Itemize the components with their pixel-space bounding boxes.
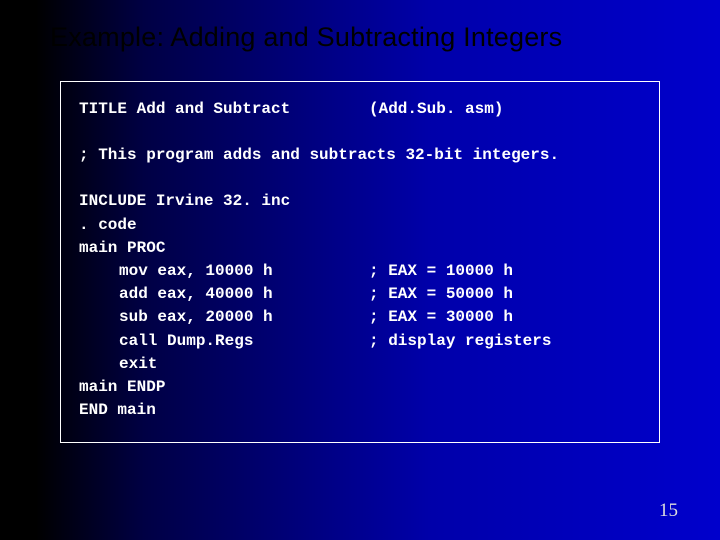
code-comment: ; EAX = 50000 h bbox=[369, 283, 641, 306]
code-box: TITLE Add and Subtract (Add.Sub. asm) ; … bbox=[60, 81, 660, 443]
code-line: main PROC bbox=[79, 237, 641, 260]
code-text: . code bbox=[79, 214, 137, 237]
code-text: main PROC bbox=[79, 237, 165, 260]
code-line: exit bbox=[79, 353, 641, 376]
code-text: ; This program adds and subtracts 32-bit… bbox=[79, 144, 559, 167]
code-line: ; This program adds and subtracts 32-bit… bbox=[79, 144, 641, 167]
code-line: mov eax, 10000 h ; EAX = 10000 h bbox=[79, 260, 641, 283]
code-text: END main bbox=[79, 399, 156, 422]
code-line: TITLE Add and Subtract (Add.Sub. asm) bbox=[79, 98, 641, 121]
page-number: 15 bbox=[659, 500, 678, 522]
code-line: add eax, 40000 h ; EAX = 50000 h bbox=[79, 283, 641, 306]
code-text: main ENDP bbox=[79, 376, 165, 399]
code-line: main ENDP bbox=[79, 376, 641, 399]
code-line: . code bbox=[79, 214, 641, 237]
code-text: (Add.Sub. asm) bbox=[369, 98, 641, 121]
code-text: TITLE Add and Subtract bbox=[79, 98, 369, 121]
code-text: INCLUDE Irvine 32. inc bbox=[79, 190, 290, 213]
code-comment: ; EAX = 30000 h bbox=[369, 306, 641, 329]
code-line: END main bbox=[79, 399, 641, 422]
blank-line bbox=[79, 167, 641, 190]
blank-line bbox=[79, 121, 641, 144]
code-line: call Dump.Regs ; display registers bbox=[79, 330, 641, 353]
code-text: exit bbox=[119, 353, 157, 376]
slide-title: Example: Adding and Subtracting Integers bbox=[0, 0, 720, 53]
code-text: mov eax, 10000 h bbox=[79, 260, 369, 283]
code-line: INCLUDE Irvine 32. inc bbox=[79, 190, 641, 213]
code-comment: ; display registers bbox=[369, 330, 641, 353]
code-text: sub eax, 20000 h bbox=[79, 306, 369, 329]
code-line: sub eax, 20000 h ; EAX = 30000 h bbox=[79, 306, 641, 329]
code-text: call Dump.Regs bbox=[79, 330, 369, 353]
code-text: add eax, 40000 h bbox=[79, 283, 369, 306]
code-comment: ; EAX = 10000 h bbox=[369, 260, 641, 283]
